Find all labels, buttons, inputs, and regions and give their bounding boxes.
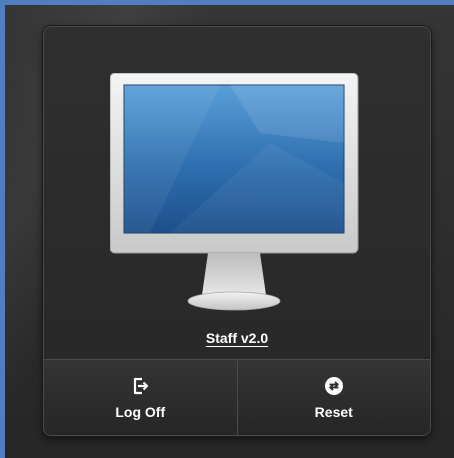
action-bar: Log Off Reset	[44, 359, 430, 435]
log-off-button[interactable]: Log Off	[44, 360, 237, 435]
reset-button[interactable]: Reset	[236, 360, 430, 435]
reset-icon	[324, 377, 343, 395]
reset-label: Reset	[314, 404, 353, 420]
monitor-icon[interactable]	[110, 73, 360, 323]
desktop-card: Staff v2.0 Log Off Reset	[43, 26, 431, 436]
desktop-name-link[interactable]: Staff v2.0	[44, 330, 430, 346]
log-off-label: Log Off	[115, 404, 166, 420]
log-off-icon	[134, 377, 149, 395]
